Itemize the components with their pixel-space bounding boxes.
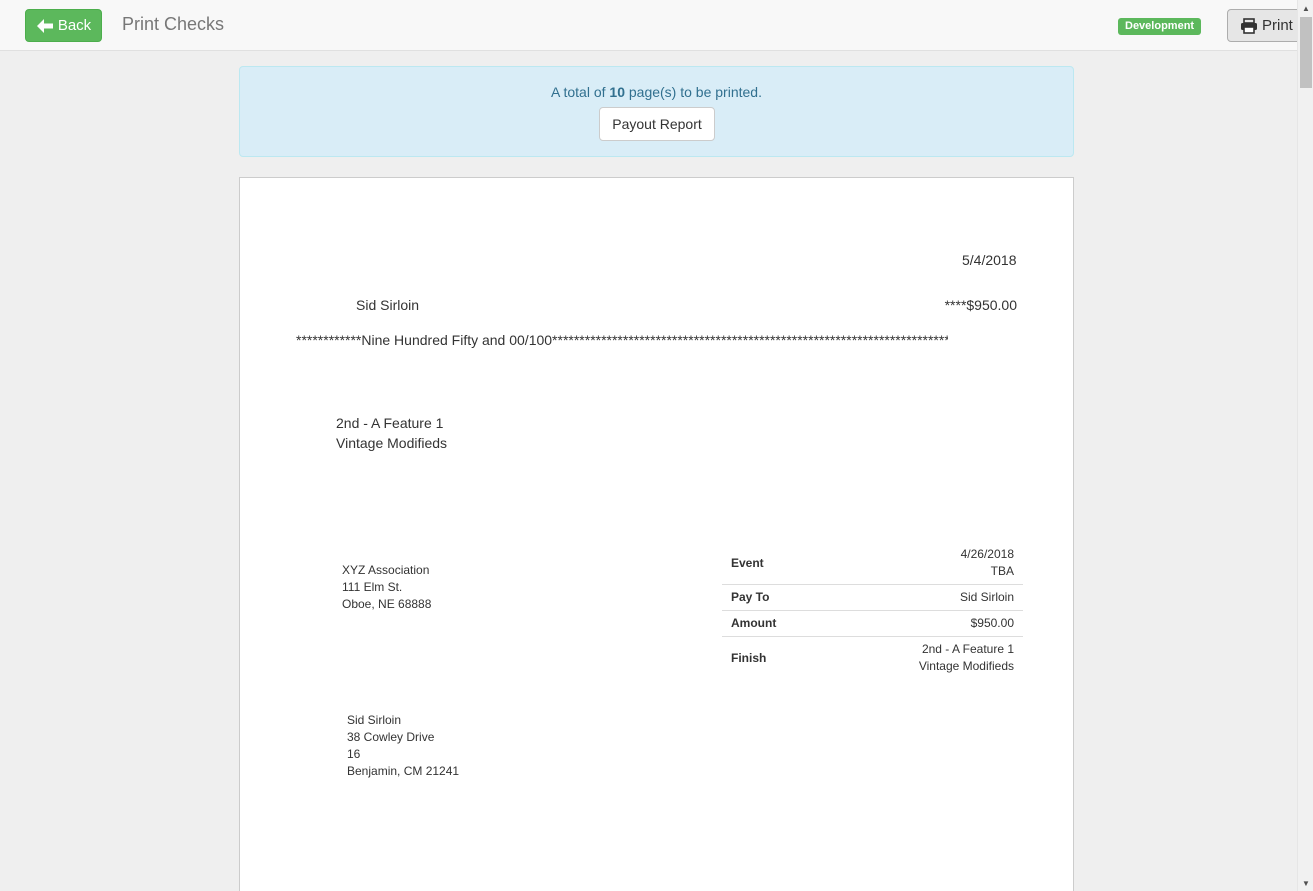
environment-badge: Development: [1118, 18, 1202, 35]
stub-event-date: 4/26/2018: [960, 547, 1014, 561]
check-memo-line-2: Vintage Modifieds: [336, 435, 448, 451]
table-row: Amount $950.00: [722, 610, 1023, 637]
scroll-down-arrow-icon[interactable]: ▼: [1298, 875, 1313, 891]
check-memo-line-1: 2nd - A Feature 1: [336, 415, 444, 431]
page-count-prefix: A total of: [551, 84, 606, 100]
to-name: Sid Sirloin: [347, 713, 402, 727]
stub-label-event: Event: [731, 555, 764, 570]
print-button[interactable]: Print: [1227, 9, 1307, 42]
stub-finish-line-2: Vintage Modifieds: [918, 659, 1014, 673]
table-row: Finish 2nd - A Feature 1 Vintage Modifie…: [722, 636, 1023, 679]
stub-label-finish: Finish: [722, 636, 830, 679]
to-unit: 16: [347, 747, 361, 761]
back-button[interactable]: Back: [25, 9, 102, 42]
stub-value-finish: 2nd - A Feature 1 Vintage Modifieds: [829, 636, 1023, 679]
page-title: Print Checks: [122, 14, 225, 34]
stub-label-pay-to: Pay To: [722, 584, 830, 611]
scrollbar-thumb[interactable]: [1300, 17, 1312, 88]
print-button-label: Print: [1262, 17, 1293, 34]
stub-label-amount: Amount: [722, 610, 830, 637]
from-street: 111 Elm St.: [342, 580, 403, 594]
table-row: Pay To Sid Sirloin: [722, 584, 1023, 611]
stub-value-event: 4/26/2018 TBA: [830, 542, 1023, 585]
page-count-suffix: page(s) to be printed.: [628, 84, 762, 100]
to-city: Benjamin, CM 21241: [347, 764, 460, 778]
top-navbar: Back Print Checks Development Print: [0, 0, 1307, 51]
page-scrollbar[interactable]: ▲ ▼: [1297, 0, 1313, 891]
stub-value-pay-to: Sid Sirloin: [829, 584, 1023, 611]
arrow-left-icon: [36, 18, 53, 33]
print-summary-alert: A total of 10 page(s) to be printed. Pay…: [239, 66, 1074, 157]
check-date: 5/4/2018: [962, 252, 1017, 268]
from-city: Oboe, NE 68888: [342, 597, 432, 611]
page-count-value: 10: [609, 84, 625, 100]
check-payee: Sid Sirloin: [356, 297, 420, 313]
page-count-message: A total of 10 page(s) to be printed.: [240, 84, 1073, 100]
from-name: XYZ Association: [342, 563, 430, 577]
stub-finish-line-1: 2nd - A Feature 1: [921, 642, 1014, 656]
scroll-up-arrow-icon[interactable]: ▲: [1298, 0, 1313, 16]
to-street: 38 Cowley Drive: [347, 730, 435, 744]
check-stub-table: Event 4/26/2018 TBA Pay To Sid Sirloin A…: [722, 542, 1023, 679]
payout-report-button[interactable]: Payout Report: [599, 107, 715, 141]
stub-value-amount: $950.00: [829, 610, 1023, 637]
check-preview: 5/4/2018 Sid Sirloin ****$950.00 *******…: [239, 177, 1074, 891]
check-amount-in-words: ************Nine Hundred Fifty and 00/10…: [296, 332, 948, 348]
check-amount: ****$950.00: [944, 297, 1017, 313]
stub-event-name: TBA: [990, 564, 1014, 578]
table-row: Event 4/26/2018 TBA: [722, 542, 1023, 585]
printer-icon: [1241, 17, 1257, 34]
back-button-label: Back: [57, 17, 92, 34]
